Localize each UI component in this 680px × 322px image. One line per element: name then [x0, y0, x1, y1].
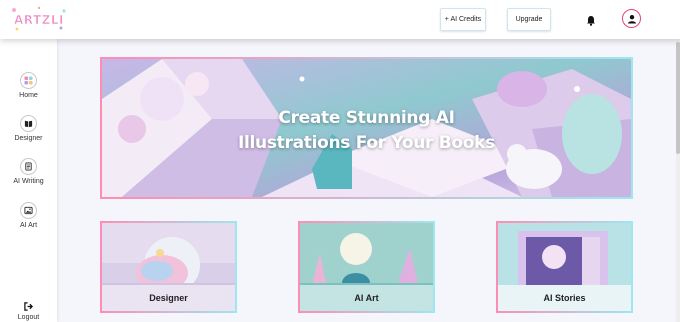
book-icon [20, 115, 37, 132]
sidebar-item-ai-writing[interactable]: AI Writing [0, 158, 57, 185]
logout-icon [24, 302, 33, 311]
ai-credits-button[interactable]: + AI Credits [440, 8, 486, 31]
ai-stories-card-label: AI Stories [498, 285, 631, 311]
sidebar-item-ai-art[interactable]: AI Art [0, 202, 57, 229]
ai-stories-card[interactable]: AI Stories [496, 221, 633, 313]
ai-art-card[interactable]: AI Art [298, 221, 435, 313]
grid-icon [20, 72, 37, 89]
hero-banner: Create Stunning AI Illustrations For You… [100, 57, 633, 199]
artzli-logo[interactable]: ARTZLI [9, 5, 69, 33]
ai-art-card-label: AI Art [300, 285, 433, 311]
sidebar: Home Designer AI Writing AI Art Logout [0, 39, 57, 322]
scrollbar-thumb[interactable] [676, 42, 680, 154]
logout-label: Logout [17, 314, 40, 321]
upgrade-button[interactable]: Upgrade [507, 8, 551, 31]
hero-title: Create Stunning AI Illustrations For You… [102, 106, 631, 156]
sidebar-item-label: Home [19, 92, 38, 99]
bell-icon[interactable] [586, 13, 596, 26]
sidebar-item-label: AI Writing [13, 178, 44, 185]
sidebar-item-home[interactable]: Home [0, 72, 57, 99]
image-icon [20, 202, 37, 219]
logout-button[interactable]: Logout [0, 302, 57, 321]
hero-title-line2: Illustrations For Your Books [237, 133, 496, 153]
document-icon [20, 158, 37, 175]
svg-text:ARTZLI: ARTZLI [14, 13, 64, 27]
top-header: ARTZLI + AI Credits Upgrade [0, 0, 680, 39]
designer-card[interactable]: Designer [100, 221, 237, 313]
user-avatar-button[interactable] [622, 9, 641, 28]
user-icon [627, 14, 636, 23]
sidebar-item-label: AI Art [19, 222, 38, 229]
hero-title-line1: Create Stunning AI [278, 108, 455, 128]
sidebar-item-label: Designer [14, 135, 43, 142]
designer-card-label: Designer [102, 285, 235, 311]
sidebar-item-designer[interactable]: Designer [0, 115, 57, 142]
